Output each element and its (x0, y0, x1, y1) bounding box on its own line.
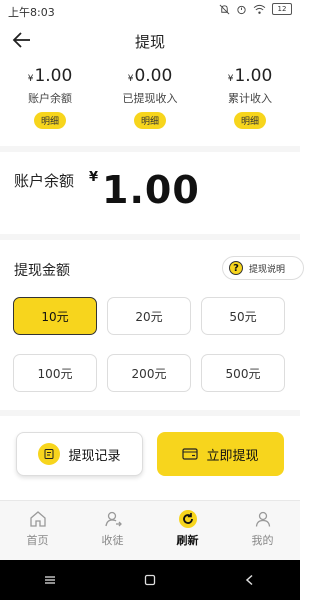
balance-value: 1.00 (102, 168, 200, 212)
stat-label: 账户余额 (28, 92, 72, 105)
balance-label: 账户余额 (14, 172, 75, 190)
alarm-icon (237, 5, 246, 14)
withdraw-record-label: 提现记录 (68, 448, 121, 464)
withdraw-record-button[interactable]: 提现记录 (16, 432, 143, 476)
record-icon (38, 443, 61, 465)
battery-icon: 12 (272, 3, 292, 15)
amount-option-200[interactable]: 200元 (107, 354, 191, 392)
divider (0, 234, 300, 240)
page-title: 提现 (134, 33, 165, 51)
amount-option-50[interactable]: 50元 (201, 297, 285, 335)
amount-option-20[interactable]: 20元 (107, 297, 191, 335)
header: 提现 (0, 24, 300, 58)
stats-row: ¥1.00 账户余额 明细 ¥0.00 已提现收入 明细 ¥1.00 累计收入 … (0, 66, 300, 136)
wifi-icon (253, 4, 266, 14)
amount-option-10[interactable]: 10元 (13, 297, 97, 335)
tab-label: 收徒 (101, 534, 124, 547)
withdraw-now-button[interactable]: 立即提现 (157, 432, 284, 476)
divider (0, 410, 300, 416)
refresh-icon (178, 510, 197, 528)
withdraw-help-button[interactable]: ? 提现说明 (222, 256, 304, 280)
home-icon (29, 511, 46, 527)
withdraw-help-label: 提现说明 (249, 264, 286, 275)
wallet-icon (182, 448, 199, 460)
tab-refresh[interactable]: 刷新 (150, 501, 225, 561)
tab-label: 刷新 (176, 534, 199, 547)
question-icon: ? (229, 261, 243, 275)
tab-home[interactable]: 首页 (0, 501, 75, 561)
home-square-icon[interactable] (144, 574, 156, 586)
balance-currency: ¥ (89, 170, 99, 185)
amount-option-500[interactable]: 500元 (201, 354, 285, 392)
back-icon[interactable] (244, 574, 256, 586)
invite-icon (104, 511, 122, 527)
detail-button[interactable]: 明细 (33, 112, 66, 129)
profile-icon (255, 511, 270, 527)
withdraw-now-label: 立即提现 (206, 448, 259, 464)
stat-label: 累计收入 (228, 92, 272, 105)
stat-value: ¥1.00 (27, 66, 73, 86)
stat-value: ¥0.00 (127, 66, 173, 86)
stat-withdrawn-income: ¥0.00 已提现收入 明细 (100, 66, 200, 136)
amount-option-100[interactable]: 100元 (13, 354, 97, 392)
bottom-tab-bar: 首页 收徒 刷新 我的 (0, 500, 300, 561)
stat-account-balance: ¥1.00 账户余额 明细 (0, 66, 100, 136)
stat-label: 已提现收入 (122, 92, 178, 105)
status-icons: 12 (219, 3, 292, 15)
divider (0, 146, 300, 152)
mute-icon (219, 4, 230, 14)
detail-button[interactable]: 明细 (233, 112, 266, 129)
menu-icon[interactable] (44, 574, 56, 586)
tab-label: 首页 (26, 534, 49, 547)
withdraw-amount-label: 提现金额 (14, 263, 70, 279)
tab-invite[interactable]: 收徒 (75, 501, 150, 561)
status-time: 上午8:03 (8, 6, 55, 19)
status-bar: 上午8:03 12 (0, 0, 300, 22)
tab-label: 我的 (251, 534, 274, 547)
stat-total-income: ¥1.00 累计收入 明细 (200, 66, 300, 136)
tab-profile[interactable]: 我的 (225, 501, 300, 561)
system-nav-bar (0, 560, 300, 600)
detail-button[interactable]: 明细 (133, 112, 166, 129)
stat-value: ¥1.00 (227, 66, 273, 86)
